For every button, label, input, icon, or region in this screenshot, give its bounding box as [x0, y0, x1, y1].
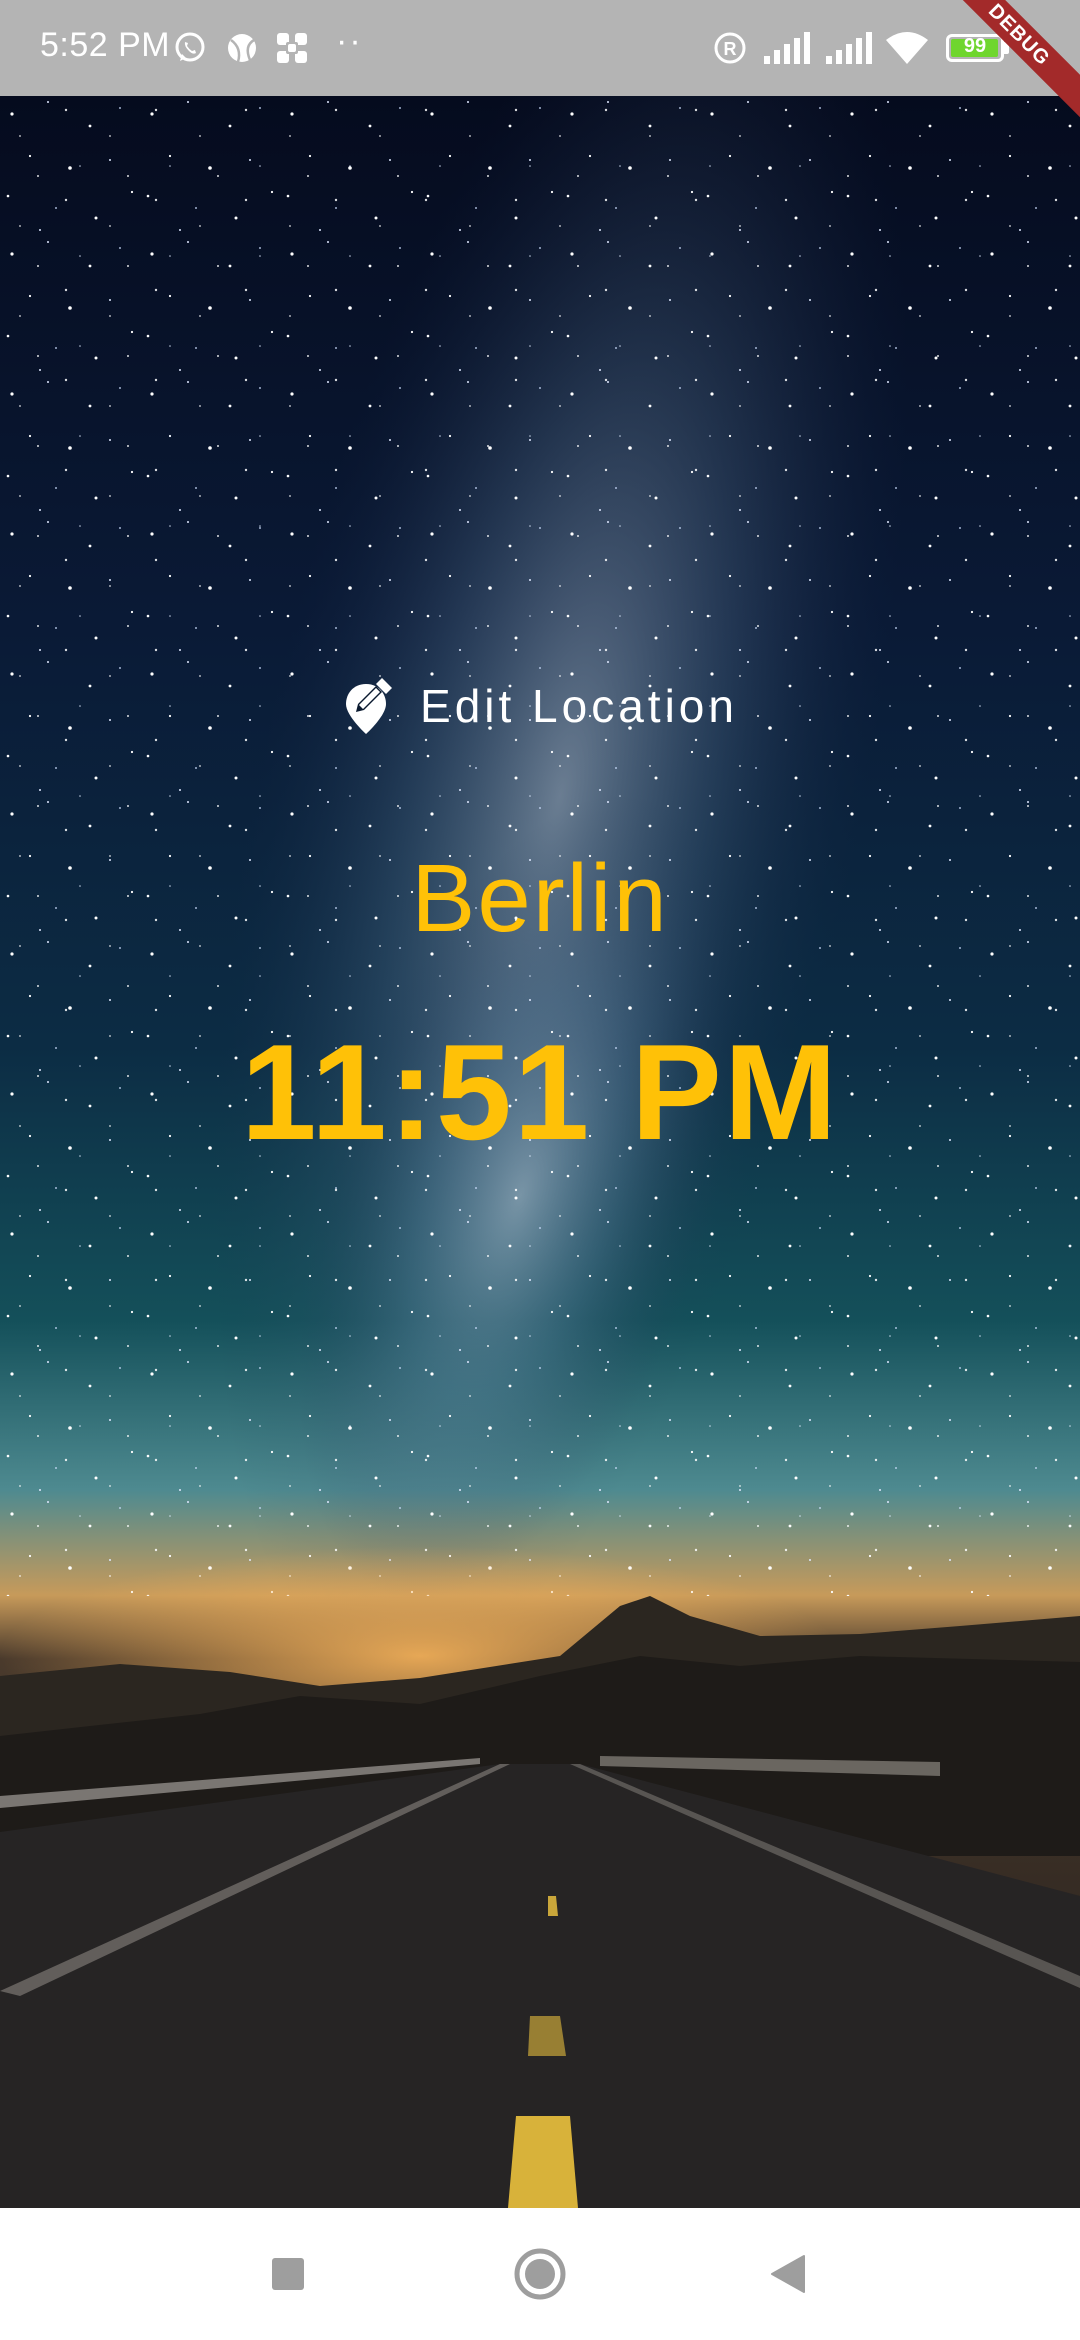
- more-notifications-indicator: ··: [336, 22, 363, 60]
- battery-level: 99: [963, 35, 987, 57]
- recents-square-icon: [272, 2258, 304, 2290]
- navigation-bar: [0, 2208, 1080, 2340]
- app-grid-icon: [277, 33, 307, 63]
- location-time: 11:51 PM: [240, 1016, 840, 1168]
- back-button[interactable]: [752, 2238, 824, 2310]
- home-circle-icon: [514, 2248, 566, 2300]
- signal-icon: [764, 32, 810, 64]
- status-time: 5:52 PM: [40, 26, 171, 64]
- battery-icon: 99: [946, 34, 1004, 62]
- home-button[interactable]: [504, 2238, 576, 2310]
- location-name: Berlin: [411, 845, 669, 952]
- status-bar: 5:52 PM ·· R 99: [0, 0, 1080, 96]
- edit-location-button[interactable]: Edit Location: [0, 676, 1080, 736]
- back-triangle-icon: [771, 2255, 805, 2293]
- edit-location-label: Edit Location: [420, 680, 738, 732]
- edit-location-icon: [346, 678, 393, 734]
- signal-icon: [826, 32, 872, 64]
- ball-icon: [228, 34, 256, 63]
- registered-icon: R: [714, 32, 746, 64]
- svg-text:R: R: [724, 39, 737, 59]
- wifi-icon: [886, 32, 928, 64]
- main-content: Edit Location Berlin 11:51 PM: [0, 96, 1080, 2208]
- recents-button[interactable]: [252, 2238, 324, 2310]
- whatsapp-icon: [175, 32, 205, 62]
- phone-screen: 5:52 PM ·· R 99 DEBUG Edit Location Berl…: [0, 0, 1080, 2340]
